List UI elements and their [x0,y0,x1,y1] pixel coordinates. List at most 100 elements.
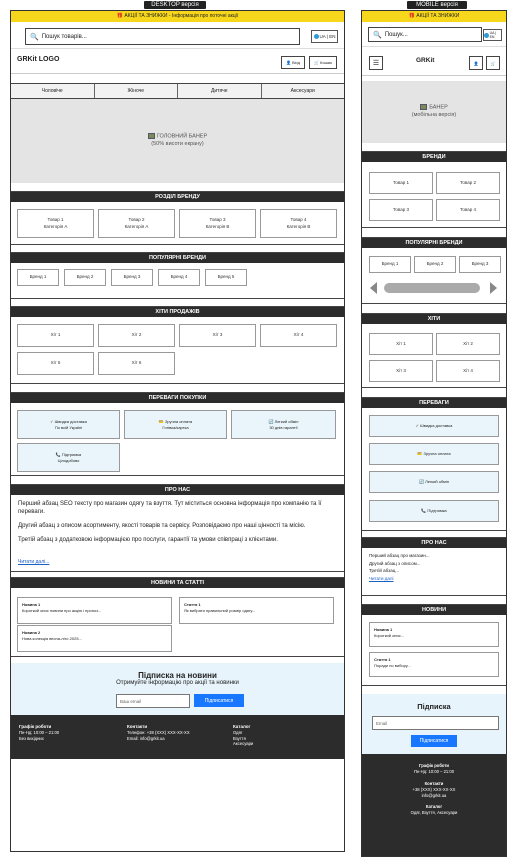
nav-item-women[interactable]: Жіноче [95,84,178,98]
advantage-card[interactable]: 💳 Зручна оплата [369,443,499,465]
hit-card[interactable]: Хіт 1 [369,333,433,355]
advantage-detail: 30 днів гарантії [269,424,298,430]
mobile-subscribe-button[interactable]: Підписатися [411,735,457,747]
product-category: Категорія В [286,223,311,229]
brand-chip[interactable]: Бренд 1 [17,269,59,286]
search-row: 🔍 Пошук товарів... UA | EN [11,22,344,49]
brand-card[interactable]: Товар 2 [436,172,500,194]
brand-product-card[interactable]: Товар 4 Категорія В [260,209,337,238]
scroll-left-arrow-icon[interactable] [370,282,377,294]
advantage-card[interactable]: 🔄 Легкий обмін [369,471,499,493]
hit-card[interactable]: Хіт 2 [436,333,500,355]
cart-button[interactable]: 🛒 [486,56,500,70]
language-switch[interactable]: UA | EN [483,29,502,41]
advantage-card[interactable]: ✓ Швидка доставка [369,415,499,437]
cart-button[interactable]: 🛒 Кошик [309,56,337,69]
news-card[interactable]: Новина 1 Короткий опис новини про акцію і… [17,597,172,624]
read-more-link[interactable]: Читати далі... [18,559,49,565]
footer-contacts-title: Контакти [127,724,148,729]
footer-email[interactable]: info@grkit.ua [362,793,506,799]
promo-bar-mobile[interactable]: 🎁 АКЦІЇ ТА ЗНИЖКИ [362,11,506,22]
mobile-banner[interactable]: БАНЕР (мобільна версія) [362,81,506,143]
product-name: Товар 3 [209,216,226,222]
horizontal-scrollbar[interactable] [384,283,480,293]
news-card-text: Як вибрати правильний розмір одягу... [184,608,256,614]
subscribe-email-input[interactable]: Ваш email [116,694,190,708]
language-label: UA | EN [319,34,336,39]
footer-catalog-link[interactable]: Одяг [233,730,242,735]
hit-card[interactable]: Хіт 4 [260,324,337,347]
brand-chip[interactable]: Бренд 2 [64,269,106,286]
cart-icon: 🛒 [314,60,320,65]
mobile-popular-title: ПОПУЛЯРНІ БРЕНДИ [362,238,506,248]
nav-item-kids[interactable]: Дитяче [178,84,262,98]
advantages-title: ПЕРЕВАГИ ПОКУПКИ [11,393,344,403]
brand-chip[interactable]: Бренд 4 [158,269,200,286]
footer-hours-title: Графік роботи [419,763,449,768]
main-banner[interactable]: ГОЛОВНИЙ БАНЕР (50% висоти екрану) [11,99,344,183]
footer-hours-text: Пн-Нд: 10:00 – 21:00 [19,730,60,736]
popular-brands-title: ПОПУЛЯРНІ БРЕНДИ [11,253,344,263]
mobile-logo[interactable]: GRKit [416,57,434,64]
advantage-card[interactable]: 🔄 Легкий обмін 30 днів гарантії [231,410,336,439]
scroll-right-arrow-icon[interactable] [490,282,497,294]
hit-card[interactable]: Хіт 1 [17,324,94,347]
hit-card[interactable]: Хіт 4 [436,360,500,382]
hit-card[interactable]: Хіт 2 [98,324,175,347]
nav-item-accessories[interactable]: Аксесуари [262,84,345,98]
hit-card[interactable]: Хіт 6 [98,352,175,375]
about-paragraph: Перший абзац SEO тексту про магазин одяг… [18,501,322,516]
footer-hours: Графік роботи Пн-Нд: 10:00 – 21:00 Без в… [19,724,59,741]
subscribe-button[interactable]: Підписатися [194,694,244,707]
menu-button[interactable]: ☰ [369,56,383,70]
footer-catalog-links[interactable]: Одяг, Взуття, Аксесуари [362,810,506,816]
search-input[interactable]: 🔍 Пошук товарів... [25,28,300,45]
hit-card[interactable]: Хіт 5 [17,352,94,375]
site-logo[interactable]: GRKit LOGO [17,56,59,63]
brand-chip[interactable]: Бренд 1 [369,256,411,273]
hit-card[interactable]: Хіт 3 [369,360,433,382]
news-card[interactable]: Новина 1 Короткий опис... [369,622,499,647]
news-section: НОВИНИ ТА СТАТТІ Новина 1 Короткий опис н… [11,577,344,657]
language-switch[interactable]: UA | EN [311,30,338,43]
brand-chip[interactable]: Бренд 3 [111,269,153,286]
footer-catalog-link[interactable]: Аксесуари [233,741,253,746]
cart-icon: 🛒 [490,60,496,66]
read-more-link[interactable]: Читати далі [369,575,499,583]
brand-card[interactable]: Товар 4 [436,199,500,221]
nav-item-men[interactable]: Чоловіче [11,84,95,98]
footer-catalog-link[interactable]: Взуття [233,736,246,741]
brand-chip[interactable]: Бренд 3 [459,256,501,273]
brand-product-card[interactable]: Товар 3 Категорія В [179,209,256,238]
news-card-text: Поради по вибору... [374,663,411,669]
hit-card[interactable]: Хіт 3 [179,324,256,347]
product-category: Категорія А [43,223,68,229]
subscribe-title: Підписка на новини [138,671,217,680]
brand-product-card[interactable]: Товар 2 Категорія А [98,209,175,238]
brand-card[interactable]: Товар 1 [369,172,433,194]
promo-bar[interactable]: 🎁 АКЦІЇ ТА ЗНИЖКИ - Інформація про поточ… [11,11,344,22]
advantage-card[interactable]: ✓ Швидка доставка По всій Україні [17,410,120,439]
brand-chip[interactable]: Бренд 2 [414,256,456,273]
advantage-card[interactable]: 📞 Підтримка Цілодобово [17,443,120,472]
brand-product-card[interactable]: Товар 1 Категорія А [17,209,94,238]
advantage-card[interactable]: 📞 Підтримка [369,500,499,522]
desktop-version-label: DESKTOP версія [144,1,206,9]
mobile-search-row: 🔍 Пошук... UA | EN [362,22,506,47]
footer: Графік роботи Пн-Нд: 10:00 – 21:00 Без в… [11,715,344,759]
brand-card[interactable]: Товар 3 [369,199,433,221]
login-button[interactable]: 👤 Вхід [281,56,305,69]
footer-email[interactable]: Email: info@grkit.ua [127,736,165,741]
mobile-email-input[interactable]: Email [372,716,499,730]
advantage-card[interactable]: 💳 Зручна оплата Готівка/картка [124,410,227,439]
language-label: UA | EN [489,31,497,39]
news-card[interactable]: Новина 2 Нова колекція весна-літо 2025... [17,625,172,652]
footer-phone[interactable]: Телефон: +38 (XXX) XXX-XX-XX [127,730,190,735]
news-card-title: Стаття 1 [374,657,391,662]
brand-chip[interactable]: Бренд 5 [205,269,247,286]
mobile-search-input[interactable]: 🔍 Пошук... [368,27,482,42]
user-button[interactable]: 👤 [469,56,483,70]
news-card[interactable]: Стаття 1 Поради по вибору... [369,652,499,677]
subscribe-subtitle: Отримуйте інформацію про акції та новинк… [116,680,239,686]
news-card[interactable]: Стаття 1 Як вибрати правильний розмір одя… [179,597,334,624]
